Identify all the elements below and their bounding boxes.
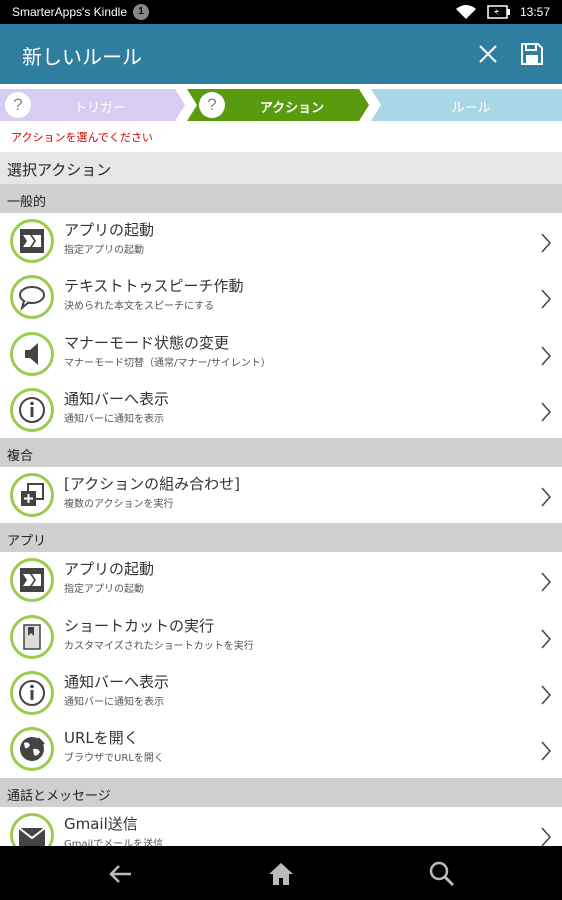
home-icon[interactable] [267,860,295,888]
speech-bubble-icon [10,275,54,320]
status-bar: SmarterApps's Kindle 1 13:57 [0,0,562,24]
chevron-right-icon [541,572,552,592]
list-item-subtitle: 指定アプリの起動 [64,245,144,256]
instruction-text: アクションを選んでください [11,131,153,144]
list-item-title: [アクションの組み合わせ] [64,475,240,494]
chevron-right-icon [541,827,552,846]
step-rule-label: ルール [451,101,491,116]
list-item-title: アプリの起動 [64,560,155,579]
list-header: 選択アクション [0,152,562,184]
launch-app-icon [10,558,54,603]
app-bar: 新しいルール [0,24,562,84]
section-title: 通話とメッセージ [7,788,111,804]
list-item[interactable]: [アクションの組み合わせ] 複数のアクションを実行 [0,467,562,524]
save-icon[interactable] [519,41,545,67]
list-item-subtitle: カスタマイズされたショートカットを実行 [64,640,254,652]
list-item-subtitle: Gmailでメールを送信 [64,838,164,846]
list-item-title: アプリの起動 [64,221,155,239]
list-item[interactable]: Gmail送信 Gmailでメールを送信 [0,806,562,846]
globe-icon [10,727,54,772]
list-item-title: Gmail送信 [64,814,138,833]
section-header: アプリ [0,523,562,553]
list-item-subtitle: 通知バーに通知を表示 [64,413,164,425]
list-item-subtitle: 指定アプリの起動 [64,584,144,596]
chevron-right-icon [541,233,552,253]
back-icon[interactable] [107,860,135,888]
step-action-help-icon: ? [199,92,225,118]
list-item[interactable]: アプリの起動 指定アプリの起動 [0,552,562,609]
notification-badge: 1 [133,4,149,20]
status-app-name: SmarterApps's Kindle [12,5,128,19]
section-title: アプリ [7,534,47,550]
list-item-subtitle: 決められた本文をスピーチにする [64,301,215,313]
wifi-icon [456,5,476,19]
info-icon [10,387,54,432]
chevron-right-icon [541,289,552,309]
list-item-title: テキストトゥスピーチ作動 [64,277,244,296]
list-item-title: 通知バーへ表示 [64,389,170,408]
mail-icon [10,812,54,846]
search-icon[interactable] [428,860,456,888]
chevron-right-icon [541,402,552,422]
step-trigger[interactable]: ? トリガー [0,89,185,121]
list-item-title: URLを開く [64,729,139,748]
step-indicator: ? トリガー ? アクション ルール [0,84,562,126]
step-trigger-label: トリガー [73,101,126,116]
close-icon[interactable] [476,42,500,66]
combine-icon [10,473,54,518]
section-title: 一般的 [7,195,47,210]
status-time: 13:57 [520,5,551,19]
action-list[interactable]: 一般的 アプリの起動 指定アプリの起動 テキストトゥスピーチ作動 決められた本文… [0,184,562,846]
step-action[interactable]: ? アクション [187,89,369,121]
section-title: 複合 [7,449,34,465]
list-item-title: マナーモード状態の変更 [64,333,230,352]
list-item[interactable]: アプリの起動 指定アプリの起動 [0,213,562,270]
navigation-bar [0,846,562,900]
info-icon [10,671,54,716]
chevron-right-icon [541,629,552,649]
step-action-label: アクション [259,101,325,116]
list-item-subtitle: ブラウザでURLを開く [64,753,164,765]
list-item-subtitle: 複数のアクションを実行 [64,499,174,511]
section-header: 一般的 [0,184,562,213]
battery-icon [487,5,510,19]
chevron-right-icon [541,685,552,705]
launch-app-icon [10,219,54,263]
list-item[interactable]: 通知バーへ表示 通知バーに通知を表示 [0,665,562,722]
list-item-subtitle: 通知バーに通知を表示 [64,697,164,709]
speaker-icon [10,331,54,376]
chevron-right-icon [541,487,552,507]
shortcut-icon [10,614,54,659]
chevron-right-icon [541,346,552,366]
section-header: 通話とメッセージ [0,777,562,807]
list-item-subtitle: マナーモード切替（通常/マナー/サイレント） [64,357,271,369]
list-item[interactable]: URLを開く ブラウザでURLを開く [0,721,562,778]
list-item[interactable]: テキストトゥスピーチ作動 決められた本文をスピーチにする [0,269,562,326]
list-item[interactable]: ショートカットの実行 カスタマイズされたショートカットを実行 [0,608,562,666]
list-header-label: 選択アクション [7,161,112,179]
page-title: 新しいルール [22,45,142,69]
step-trigger-help-icon: ? [5,92,31,118]
list-item[interactable]: 通知バーへ表示 通知バーに通知を表示 [0,381,562,439]
step-rule[interactable]: ルール [371,89,562,121]
chevron-right-icon [541,741,552,761]
list-item-title: ショートカットの実行 [64,616,215,635]
list-item[interactable]: マナーモード状態の変更 マナーモード切替（通常/マナー/サイレント） [0,325,562,382]
list-item-title: 通知バーへ表示 [64,673,170,692]
section-header: 複合 [0,438,562,468]
